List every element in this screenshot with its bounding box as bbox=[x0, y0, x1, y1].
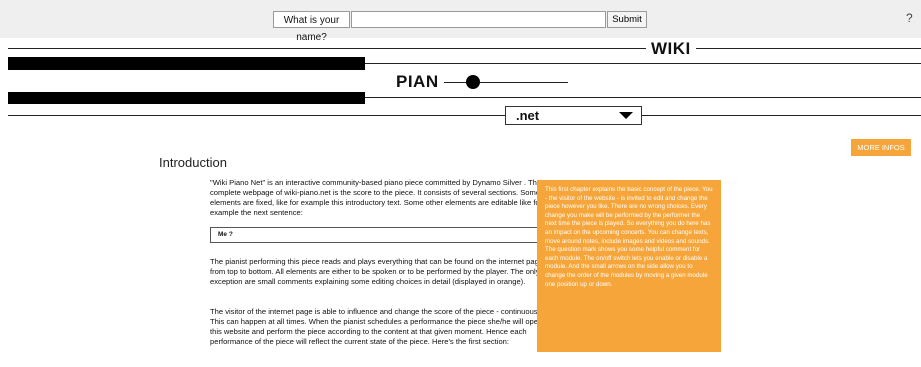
pian-stem-right bbox=[480, 82, 568, 83]
name-input[interactable] bbox=[351, 11, 606, 28]
orange-comment: This first chapter explains the basic co… bbox=[537, 180, 721, 352]
wiki-line-right bbox=[696, 48, 921, 49]
domain-dropdown[interactable]: .net bbox=[505, 106, 642, 125]
more-infos-button[interactable]: MORE INFOS bbox=[851, 139, 911, 156]
net-line-right bbox=[642, 115, 921, 116]
black-bar-bottom bbox=[8, 92, 365, 104]
name-prompt-label: What is your name? bbox=[273, 11, 350, 43]
staff-line bbox=[365, 63, 921, 64]
submit-button[interactable]: Submit bbox=[607, 11, 647, 28]
wiki-heading: WIKI bbox=[651, 39, 691, 58]
wiki-line bbox=[8, 48, 646, 49]
staff-line bbox=[365, 97, 921, 98]
black-bar-top bbox=[8, 57, 365, 70]
intro-paragraph-2: The pianist performing this piece reads … bbox=[210, 257, 546, 286]
dropdown-selected-value: .net bbox=[516, 108, 540, 123]
pian-heading: PIAN bbox=[396, 72, 439, 91]
section-title: Introduction bbox=[159, 155, 227, 170]
intro-paragraph-3: The visitor of the internet page is able… bbox=[210, 307, 545, 346]
intro-paragraph-1: "Wiki Piano Net" is an interactive commu… bbox=[210, 178, 543, 217]
editable-sentence-field[interactable]: Me ? bbox=[210, 227, 558, 243]
editable-sentence-text: Me ? bbox=[218, 231, 233, 238]
top-toolbar: What is your name? Submit ? bbox=[0, 0, 921, 43]
note-dot bbox=[466, 75, 480, 89]
chevron-down-icon bbox=[619, 112, 633, 119]
net-line-left bbox=[8, 115, 505, 116]
pian-stem-left bbox=[444, 82, 466, 83]
help-icon[interactable]: ? bbox=[906, 11, 913, 25]
